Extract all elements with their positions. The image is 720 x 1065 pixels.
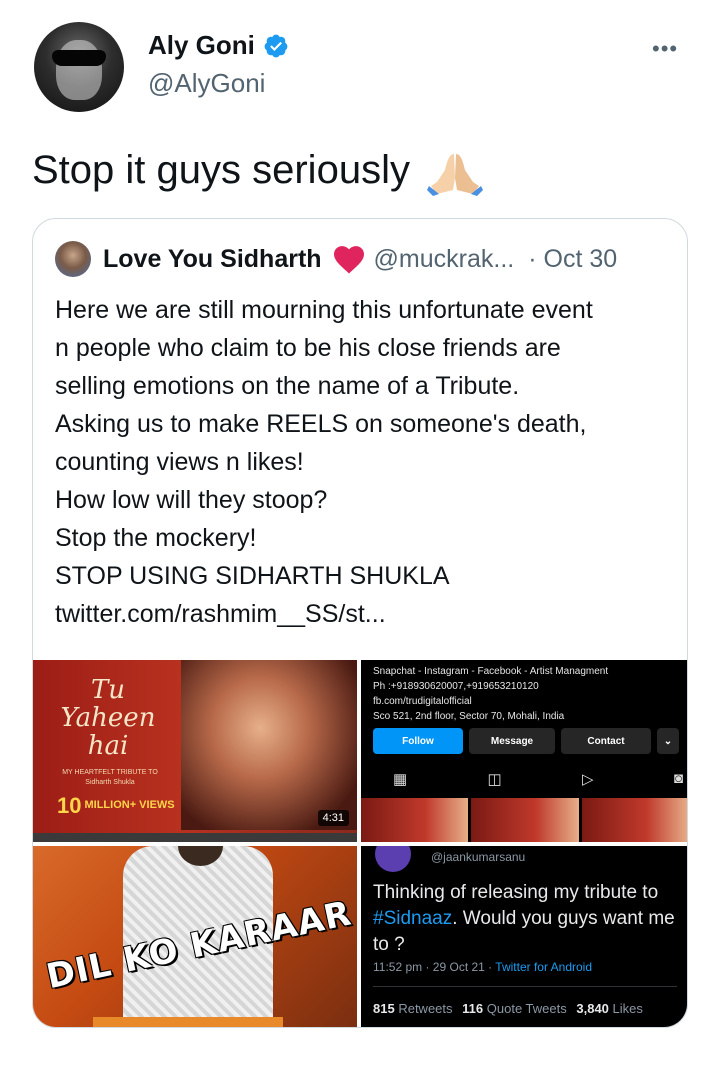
- poster-strip: [93, 1017, 283, 1027]
- message-button: Message: [469, 728, 555, 754]
- screenshot-text-before: Thinking of releasing my tribute to: [373, 882, 659, 903]
- instagram-thumbnails: [361, 798, 687, 842]
- quotes-count: 116: [462, 1001, 484, 1016]
- video-photo: [181, 660, 357, 830]
- quoted-tweet-text: Here we are still mourning this unfortun…: [55, 291, 675, 633]
- tweet-text-content: Stop it guys seriously: [32, 148, 410, 192]
- screenshot-time: 11:52 pm · 29 Oct 21 ·: [373, 960, 496, 974]
- media-grid: Tu Yaheen hai MY HEARTFELT TRIBUTE TO Si…: [33, 660, 687, 1027]
- avatar-face: [56, 40, 102, 100]
- chevron-down-icon: ⌄: [657, 728, 679, 754]
- quoted-line: Asking us to make REELS on someone's dea…: [55, 410, 587, 438]
- bio-line: Snapchat - Instagram - Facebook - Artist…: [373, 666, 609, 677]
- avatar-sunglasses: [52, 50, 106, 66]
- screenshot-handle: @jaankumarsanu: [431, 850, 526, 864]
- author-handle[interactable]: @AlyGoni: [148, 68, 265, 99]
- bio-line: Sco 521, 2nd floor, Sector 70, Mohali, I…: [373, 711, 565, 722]
- instagram-bio: Snapchat - Instagram - Facebook - Artist…: [373, 664, 608, 724]
- video-title: Tu Yaheen hai: [60, 675, 156, 761]
- quoted-line: Here we are still mourning this unfortun…: [55, 296, 593, 324]
- quoted-line: Stop the mockery!: [55, 524, 257, 552]
- quoted-line: n people who claim to be his close frien…: [55, 334, 561, 362]
- screenshot-avatar: [375, 846, 411, 872]
- retweets-count: 815: [373, 1001, 395, 1016]
- quotes-label: Quote Tweets: [486, 1001, 567, 1016]
- quoted-line: How low will they stoop?: [55, 486, 328, 514]
- views-number: 10: [57, 793, 82, 818]
- thumbnail: [471, 798, 579, 842]
- thumbnail: [361, 798, 469, 842]
- bio-line: Ph :+918930620007,+919653210120: [373, 681, 539, 692]
- quoted-line: STOP USING SIDHARTH SHUKLA: [55, 562, 450, 590]
- tweet-text: Stop it guys seriously: [32, 142, 484, 198]
- quoted-date-value: Oct 30: [543, 244, 618, 273]
- author-name-row[interactable]: Aly Goni: [148, 30, 289, 61]
- screenshot-meta: 11:52 pm · 29 Oct 21 · Twitter for Andro…: [373, 960, 592, 974]
- media-poster[interactable]: DIL KO KARAAR: [33, 846, 357, 1027]
- verified-badge-icon: [264, 34, 288, 57]
- video-duration: 4:31: [317, 810, 349, 826]
- quoted-line: counting views n likes!: [55, 448, 304, 476]
- quoted-author-handle: @muckrak...: [373, 244, 515, 273]
- play-icon: ▷: [582, 771, 594, 788]
- video-subtitle: MY HEARTFELT TRIBUTE TO Sidharth Shukla: [62, 769, 158, 786]
- author-name[interactable]: Aly Goni: [148, 30, 255, 61]
- media-instagram-screenshot[interactable]: Snapchat - Instagram - Facebook - Artist…: [361, 660, 687, 842]
- quoted-line: selling emotions on the name of a Tribut…: [55, 372, 520, 400]
- screenshot-source: Twitter for Android: [495, 960, 593, 974]
- folded-hands-icon: [427, 154, 484, 197]
- screenshot-text: Thinking of releasing my tribute to #Sid…: [373, 880, 683, 958]
- reels-icon: ◫: [487, 771, 502, 788]
- media-video-thumbnail[interactable]: Tu Yaheen hai MY HEARTFELT TRIBUTE TO Si…: [33, 660, 357, 842]
- thumbnail: [581, 798, 687, 842]
- quoted-tweet-header: Love You Sidharth @muckrak... · Oct 30: [55, 241, 617, 277]
- grid-icon: ▦: [393, 771, 408, 788]
- media-tweet-screenshot[interactable]: @jaankumarsanu Thinking of releasing my …: [361, 846, 687, 1027]
- quoted-author-avatar: [55, 241, 91, 277]
- follow-button: Follow: [373, 728, 463, 754]
- contact-button: Contact: [561, 728, 651, 754]
- likes-count: 3,840: [576, 1001, 609, 1016]
- date-separator: ·: [528, 244, 537, 273]
- instagram-buttons: Follow Message Contact ⌄: [373, 728, 679, 754]
- video-views-badge: 10 MILLION+ VIEWS: [57, 793, 175, 826]
- divider: [373, 986, 677, 987]
- quoted-tweet[interactable]: Love You Sidharth @muckrak... · Oct 30 H…: [32, 218, 688, 1028]
- screenshot-stats: 815 Retweets 116 Quote Tweets 3,840 Like…: [373, 1001, 643, 1016]
- quoted-link[interactable]: twitter.com/rashmim__SS/st...: [55, 595, 675, 633]
- instagram-tab-icons: ▦ ◫ ▷ ◙: [393, 770, 683, 788]
- likes-label: Likes: [612, 1001, 643, 1016]
- retweets-label: Retweets: [398, 1001, 453, 1016]
- more-options-icon[interactable]: •••: [652, 36, 678, 62]
- quoted-date: · Oct 30: [528, 245, 617, 274]
- tagged-icon: ◙: [673, 770, 683, 787]
- red-heart-icon: [333, 246, 364, 274]
- video-progress-bar: [33, 833, 357, 842]
- tweet: Aly Goni @AlyGoni ••• Stop it guys serio…: [0, 0, 720, 1065]
- screenshot-hashtag: #Sidnaaz: [373, 908, 453, 929]
- quoted-author-name: Love You Sidharth: [103, 244, 322, 273]
- bio-line: fb.com/trudigitalofficial: [373, 696, 472, 707]
- author-avatar[interactable]: [34, 22, 124, 112]
- views-label: MILLION+ VIEWS: [84, 799, 175, 811]
